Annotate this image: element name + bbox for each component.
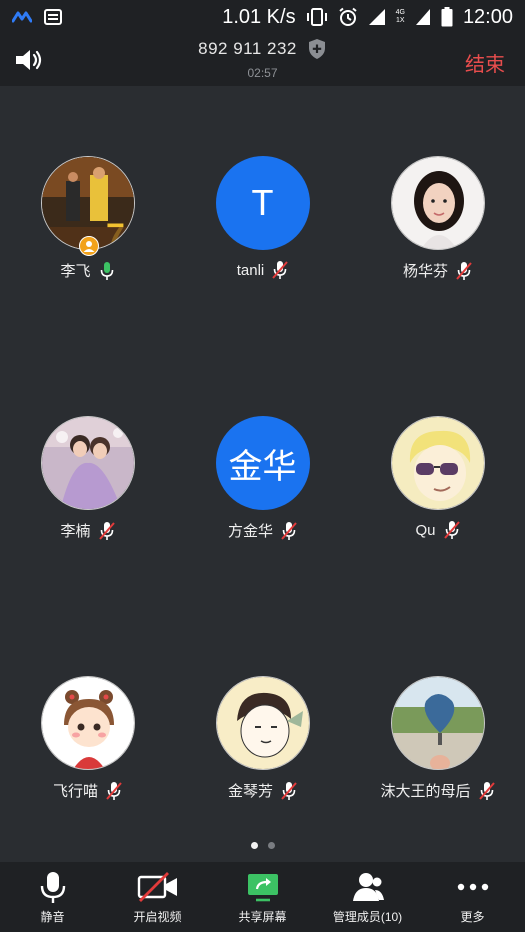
participant-tile[interactable]: 李楠	[0, 416, 175, 541]
video-off-icon	[137, 872, 177, 902]
participant-tile[interactable]: 金琴芳	[175, 676, 350, 801]
meeting-header: 892 911 232 02:57 结束	[0, 34, 525, 86]
meeting-id[interactable]: 892 911 232	[198, 39, 297, 59]
participant-name: Qu	[415, 521, 436, 539]
microphone-on-icon	[100, 261, 113, 280]
participant-tile[interactable]: Qu	[350, 416, 525, 540]
microphone-muted-icon	[106, 781, 122, 800]
host-badge	[78, 236, 99, 256]
vibrate-icon	[306, 8, 327, 26]
more-dots-icon	[457, 883, 488, 891]
battery-icon	[441, 7, 453, 27]
shield-plus-icon[interactable]	[307, 38, 327, 60]
participant-name: 李飞	[60, 263, 91, 280]
mute-label: 静音	[40, 910, 65, 924]
alarm-icon	[338, 7, 357, 26]
avatar-cartoon-boy-2	[215, 676, 310, 770]
status-bar: 1.01 K/s 4G 1X 12:00	[0, 0, 525, 34]
manage-label: 管理成员(10)	[332, 910, 403, 924]
microphone-muted-icon	[272, 261, 289, 279]
participant-grid: 7 李飞 T tanli	[0, 86, 525, 862]
participant-name: 李楠	[60, 523, 91, 540]
end-meeting-button[interactable]: 结束	[465, 48, 505, 77]
microphone-muted-icon	[456, 261, 472, 280]
microphone-muted-icon	[281, 521, 297, 540]
page-indicator[interactable]	[0, 842, 525, 849]
signal-icon	[368, 9, 385, 25]
more-button[interactable]: 更多	[420, 862, 525, 932]
participant-name: tanli	[236, 261, 265, 279]
avatar-letter: 金华	[215, 416, 310, 510]
clock: 12:00	[462, 5, 513, 28]
participant-name: 金琴芳	[227, 783, 273, 800]
avatar-park-photo	[390, 676, 485, 770]
participant-tile[interactable]: 杨华芬	[350, 156, 525, 281]
microphone-icon	[40, 872, 65, 903]
microphone-muted-icon	[281, 781, 297, 800]
avatar-letter: T	[215, 156, 310, 250]
avatar-cartoon-boy	[390, 416, 485, 510]
participant-tile[interactable]: 沫大王的母后	[350, 676, 525, 801]
avatar-girls-photo	[40, 416, 135, 510]
manage-participants-button[interactable]: 管理成员(10)	[315, 862, 420, 932]
microphone-muted-icon	[98, 521, 115, 540]
network-type-top: 4G	[395, 9, 405, 16]
participant-tile[interactable]: 7 李飞	[0, 156, 175, 281]
participant-name: 杨华芬	[402, 263, 448, 280]
avatar-cartoon-girl	[40, 676, 135, 770]
page-dot[interactable]	[267, 842, 275, 849]
participant-tile[interactable]: 金华 方金华	[175, 416, 350, 541]
page-dot-active[interactable]	[250, 842, 258, 849]
more-label: 更多	[460, 910, 485, 924]
microphone-muted-icon	[478, 781, 495, 800]
meeting-app-icon	[12, 11, 32, 23]
network-speed: 1.01 K/s	[222, 5, 296, 28]
participant-tile[interactable]: 飞行喵	[0, 676, 175, 801]
share-screen-icon	[247, 874, 278, 902]
mute-button[interactable]: 静音	[0, 862, 105, 932]
share-screen-button[interactable]: 共享屏幕	[210, 862, 315, 932]
meeting-timer: 02:57	[247, 66, 278, 80]
participant-name: 方金华	[227, 523, 273, 540]
sim-card-icon	[44, 9, 62, 25]
participant-name: 飞行喵	[52, 783, 98, 800]
participant-tile[interactable]: T tanli	[175, 156, 350, 280]
start-video-button[interactable]: 开启视频	[105, 862, 210, 932]
participant-name: 沫大王的母后	[380, 783, 471, 800]
meeting-toolbar: 静音 开启视频 共享屏幕 管理成员(10) 更多	[0, 862, 525, 932]
participants-icon	[352, 873, 384, 901]
video-label: 开启视频	[133, 910, 182, 924]
signal-icon-2	[415, 9, 430, 25]
microphone-muted-icon	[443, 521, 460, 539]
network-type-bottom: 1X	[395, 17, 405, 24]
avatar-woman-photo	[390, 156, 485, 250]
share-label: 共享屏幕	[238, 910, 287, 924]
